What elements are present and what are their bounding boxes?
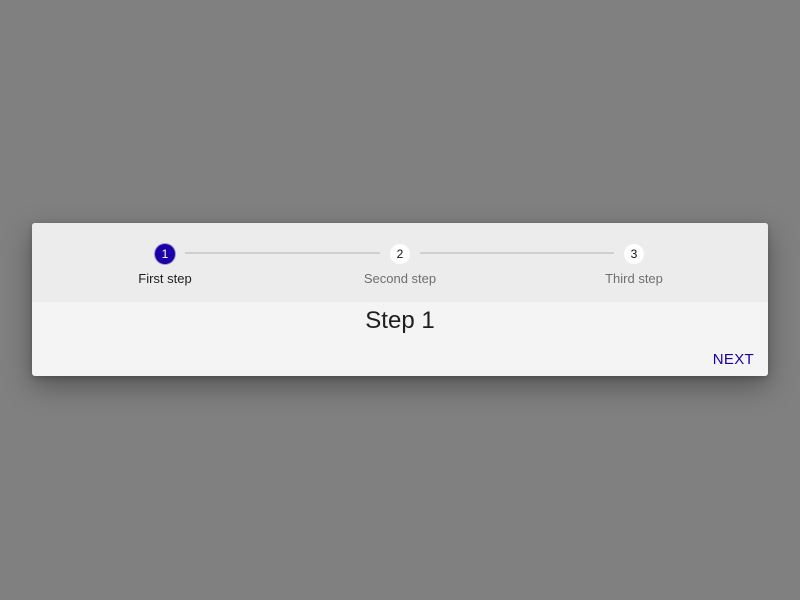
step-2-label: Second step (363, 271, 437, 286)
next-button[interactable]: NEXT (711, 349, 756, 371)
step-2-circle: 2 (390, 244, 410, 264)
step-content-title: Step 1 (365, 307, 435, 334)
step-2[interactable]: 2 Second step (330, 244, 470, 287)
stepper-header: 1 First step 2 Second step 3 Third step (32, 223, 768, 302)
step-1[interactable]: 1 First step (95, 244, 235, 287)
stepper-dialog: 1 First step 2 Second step 3 Third step … (32, 223, 768, 376)
step-3[interactable]: 3 Third step (564, 244, 704, 287)
step-3-circle: 3 (624, 244, 644, 264)
step-1-circle: 1 (155, 244, 175, 264)
step-3-label: Third step (605, 271, 663, 286)
step-1-label: First step (138, 271, 192, 286)
